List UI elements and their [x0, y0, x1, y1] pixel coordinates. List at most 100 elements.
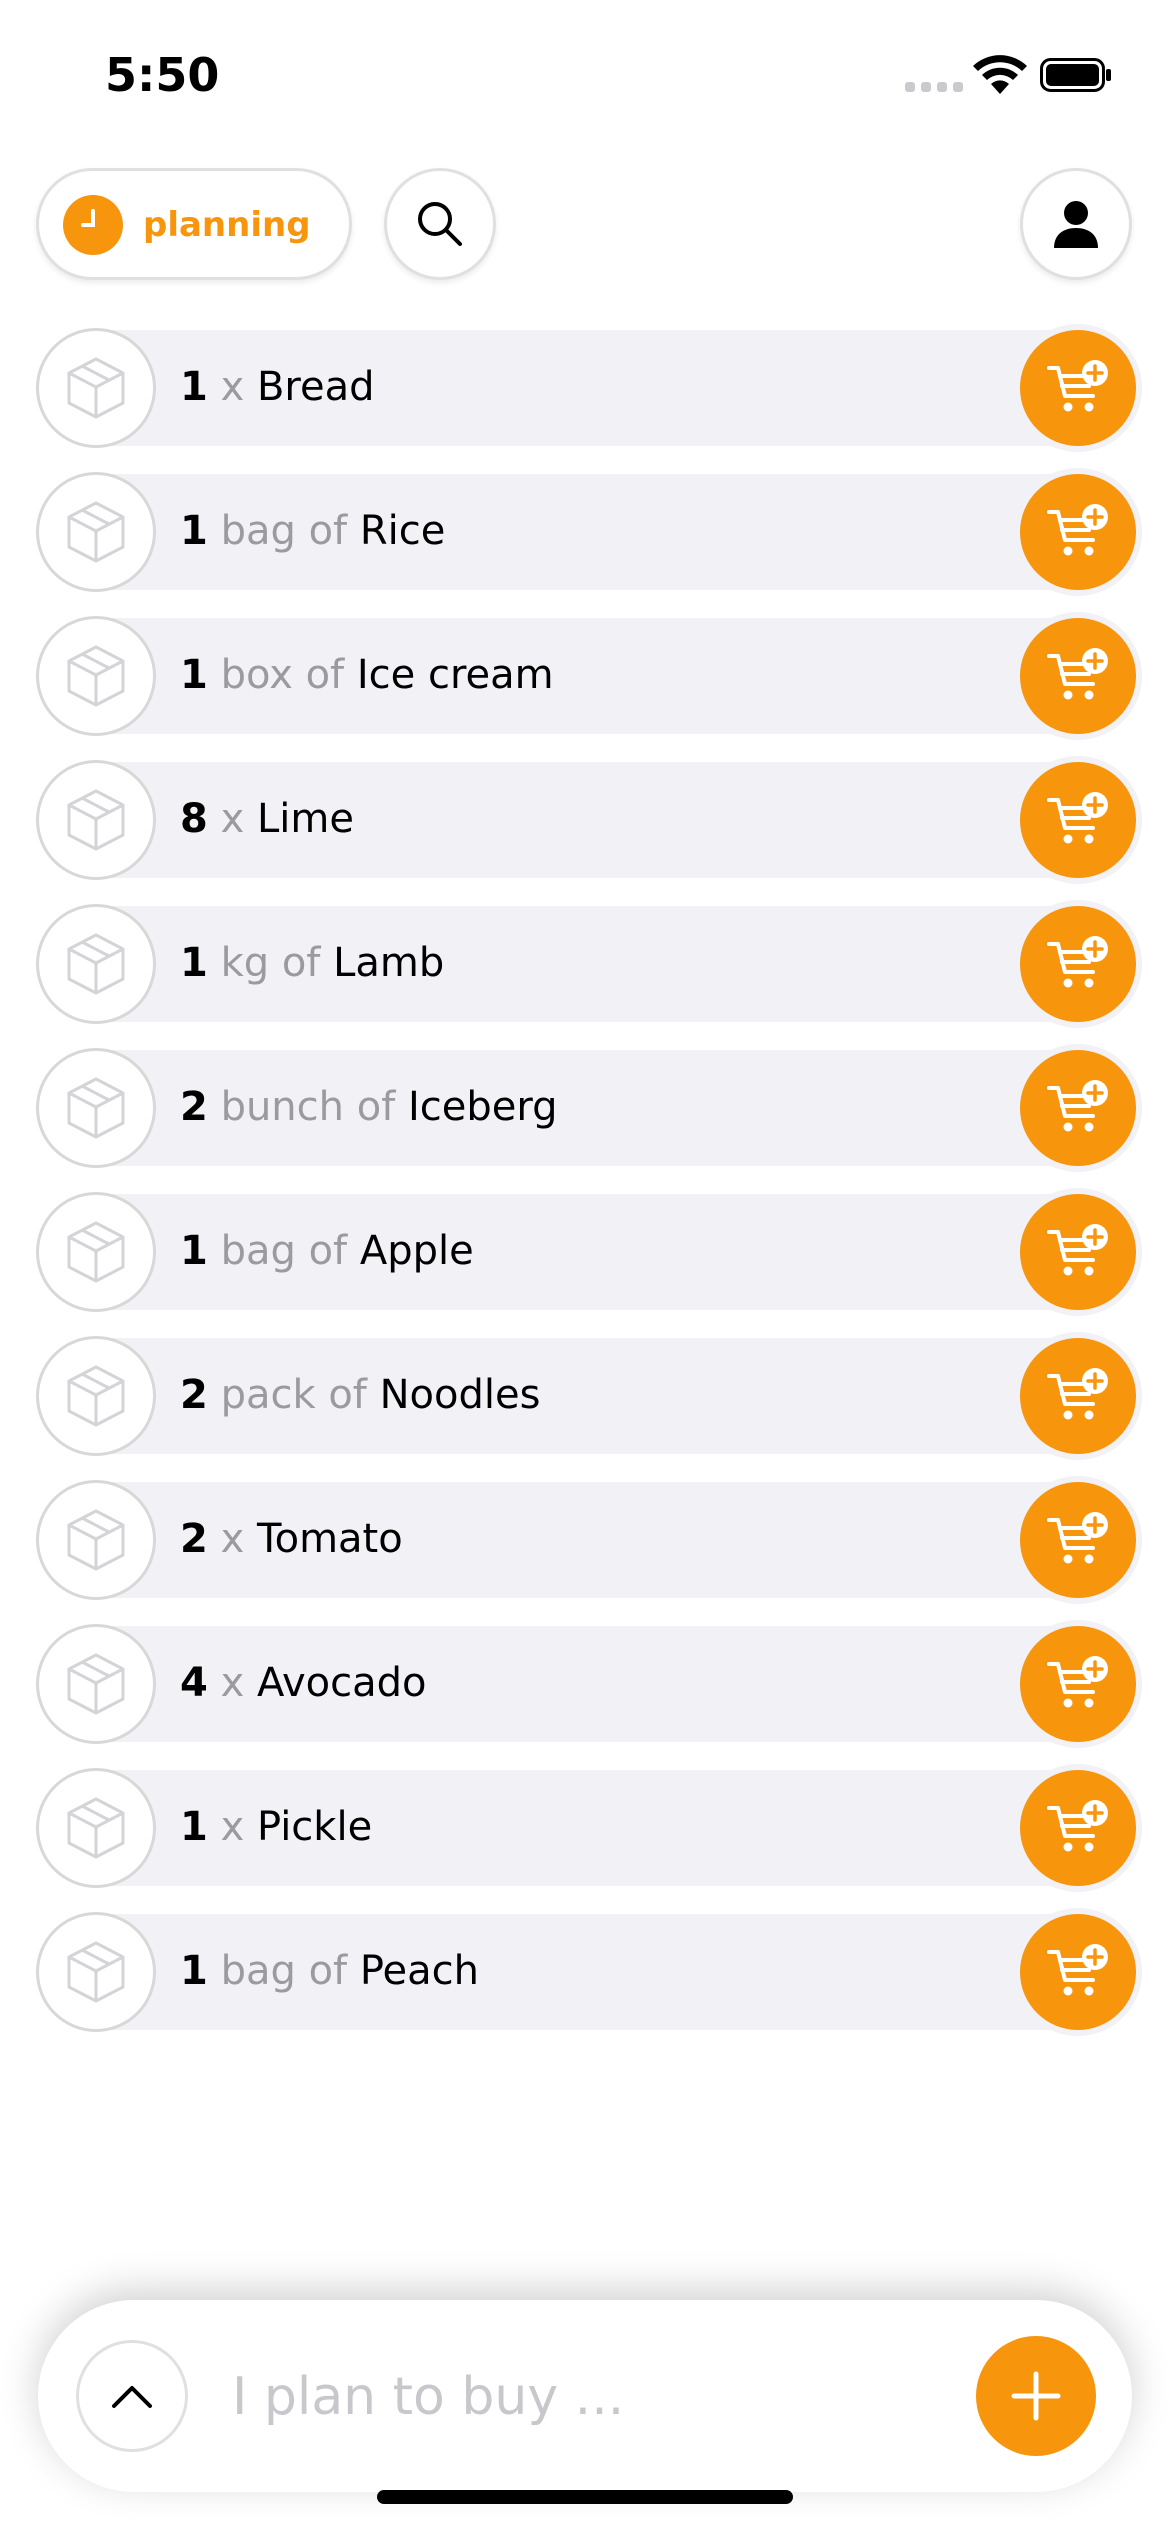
profile-button[interactable]: [1020, 168, 1132, 280]
list-item[interactable]: 2 pack of Noodles: [36, 1336, 1136, 1456]
add-to-cart-icon: [1047, 1224, 1108, 1276]
add-to-cart-button[interactable]: [1020, 1914, 1136, 2030]
add-button[interactable]: [976, 2336, 1096, 2456]
item-label: 1 bag of Rice: [180, 508, 445, 554]
item-quantity: 4: [180, 1660, 208, 1706]
item-name: Ice cream: [356, 652, 554, 698]
list-item[interactable]: 1 bag of Rice: [36, 472, 1136, 592]
item-name: Tomato: [256, 1516, 403, 1562]
add-to-cart-icon: [1047, 648, 1108, 700]
item-quantity: 1: [180, 1228, 208, 1274]
expand-button[interactable]: [76, 2340, 188, 2452]
item-unit: pack of: [220, 1372, 367, 1418]
list-item[interactable]: 2 x Tomato: [36, 1480, 1136, 1600]
list-item[interactable]: 1 x Bread: [36, 328, 1136, 448]
item-image-placeholder[interactable]: [36, 616, 156, 736]
search-button[interactable]: [384, 168, 496, 280]
item-image-placeholder[interactable]: [36, 1336, 156, 1456]
item-name: Peach: [359, 1948, 480, 1994]
status-time: 5:50: [105, 48, 220, 102]
item-image-placeholder[interactable]: [36, 328, 156, 448]
add-to-cart-button[interactable]: [1020, 906, 1136, 1022]
planning-filter-button[interactable]: planning: [36, 168, 352, 280]
item-image-placeholder[interactable]: [36, 1624, 156, 1744]
item-image-placeholder[interactable]: [36, 472, 156, 592]
package-icon: [67, 1653, 125, 1715]
wifi-icon: [973, 55, 1027, 94]
item-label: 1 x Pickle: [180, 1804, 372, 1850]
item-quantity: 1: [180, 364, 208, 410]
list-item[interactable]: 4 x Avocado: [36, 1624, 1136, 1744]
item-image-placeholder[interactable]: [36, 1912, 156, 2032]
list-item[interactable]: 2 bunch of Iceberg: [36, 1048, 1136, 1168]
plan-input[interactable]: [232, 2352, 752, 2442]
item-unit: bag of: [220, 508, 348, 554]
item-label: 4 x Avocado: [180, 1660, 426, 1706]
battery-icon: [1040, 58, 1111, 92]
item-unit: x: [220, 1660, 245, 1706]
item-name: Bread: [256, 364, 375, 410]
item-name: Pickle: [256, 1804, 373, 1850]
package-icon: [67, 789, 125, 851]
item-unit: x: [220, 1516, 245, 1562]
item-label: 1 bag of Apple: [180, 1228, 474, 1274]
item-label: 2 x Tomato: [180, 1516, 403, 1562]
item-unit: box of: [220, 652, 345, 698]
add-to-cart-icon: [1047, 1656, 1108, 1708]
planning-filter-label: planning: [143, 205, 311, 245]
cellular-signal-icon: [905, 82, 963, 92]
item-name: Lamb: [333, 940, 445, 986]
item-image-placeholder[interactable]: [36, 760, 156, 880]
item-quantity: 2: [180, 1372, 208, 1418]
item-label: 1 kg of Lamb: [180, 940, 444, 986]
item-label: 1 bag of Peach: [180, 1948, 479, 1994]
item-image-placeholder[interactable]: [36, 1480, 156, 1600]
item-quantity: 1: [180, 1948, 208, 1994]
item-name: Avocado: [256, 1660, 427, 1706]
add-item-bar: [38, 2300, 1132, 2492]
add-to-cart-button[interactable]: [1020, 474, 1136, 590]
item-unit: bag of: [220, 1948, 348, 1994]
item-label: 1 x Bread: [180, 364, 374, 410]
item-image-placeholder[interactable]: [36, 904, 156, 1024]
status-bar: 5:50: [0, 0, 1170, 150]
add-to-cart-button[interactable]: [1020, 1770, 1136, 1886]
list-item[interactable]: 1 bag of Apple: [36, 1192, 1136, 1312]
add-to-cart-button[interactable]: [1020, 618, 1136, 734]
item-image-placeholder[interactable]: [36, 1048, 156, 1168]
add-to-cart-button[interactable]: [1020, 1338, 1136, 1454]
add-to-cart-icon: [1047, 792, 1108, 844]
add-to-cart-icon: [1047, 1944, 1108, 1996]
list-item[interactable]: 1 kg of Lamb: [36, 904, 1136, 1024]
add-to-cart-icon: [1047, 360, 1108, 412]
package-icon: [67, 1077, 125, 1139]
add-to-cart-icon: [1047, 504, 1108, 556]
person-icon: [1054, 201, 1098, 248]
item-quantity: 1: [180, 652, 208, 698]
item-image-placeholder[interactable]: [36, 1768, 156, 1888]
item-image-placeholder[interactable]: [36, 1192, 156, 1312]
package-icon: [67, 933, 125, 995]
add-to-cart-button[interactable]: [1020, 1050, 1136, 1166]
item-label: 2 pack of Noodles: [180, 1372, 540, 1418]
package-icon: [67, 1509, 125, 1571]
add-to-cart-button[interactable]: [1020, 1626, 1136, 1742]
list-item[interactable]: 1 bag of Peach: [36, 1912, 1136, 2032]
item-unit: x: [220, 796, 245, 842]
add-to-cart-button[interactable]: [1020, 1482, 1136, 1598]
package-icon: [67, 645, 125, 707]
item-name: Apple: [359, 1228, 474, 1274]
list-item[interactable]: 8 x Lime: [36, 760, 1136, 880]
add-to-cart-button[interactable]: [1020, 330, 1136, 446]
add-to-cart-button[interactable]: [1020, 762, 1136, 878]
package-icon: [67, 1941, 125, 2003]
package-icon: [67, 357, 125, 419]
app-screen: 5:50 planning 1 x Bread 1 bag of Rice 1 …: [0, 0, 1170, 2532]
add-to-cart-icon: [1047, 936, 1108, 988]
item-unit: bunch of: [220, 1084, 396, 1130]
list-item[interactable]: 1 box of Ice cream: [36, 616, 1136, 736]
clock-icon: [63, 195, 123, 255]
add-to-cart-button[interactable]: [1020, 1194, 1136, 1310]
list-item[interactable]: 1 x Pickle: [36, 1768, 1136, 1888]
item-unit: x: [220, 364, 245, 410]
